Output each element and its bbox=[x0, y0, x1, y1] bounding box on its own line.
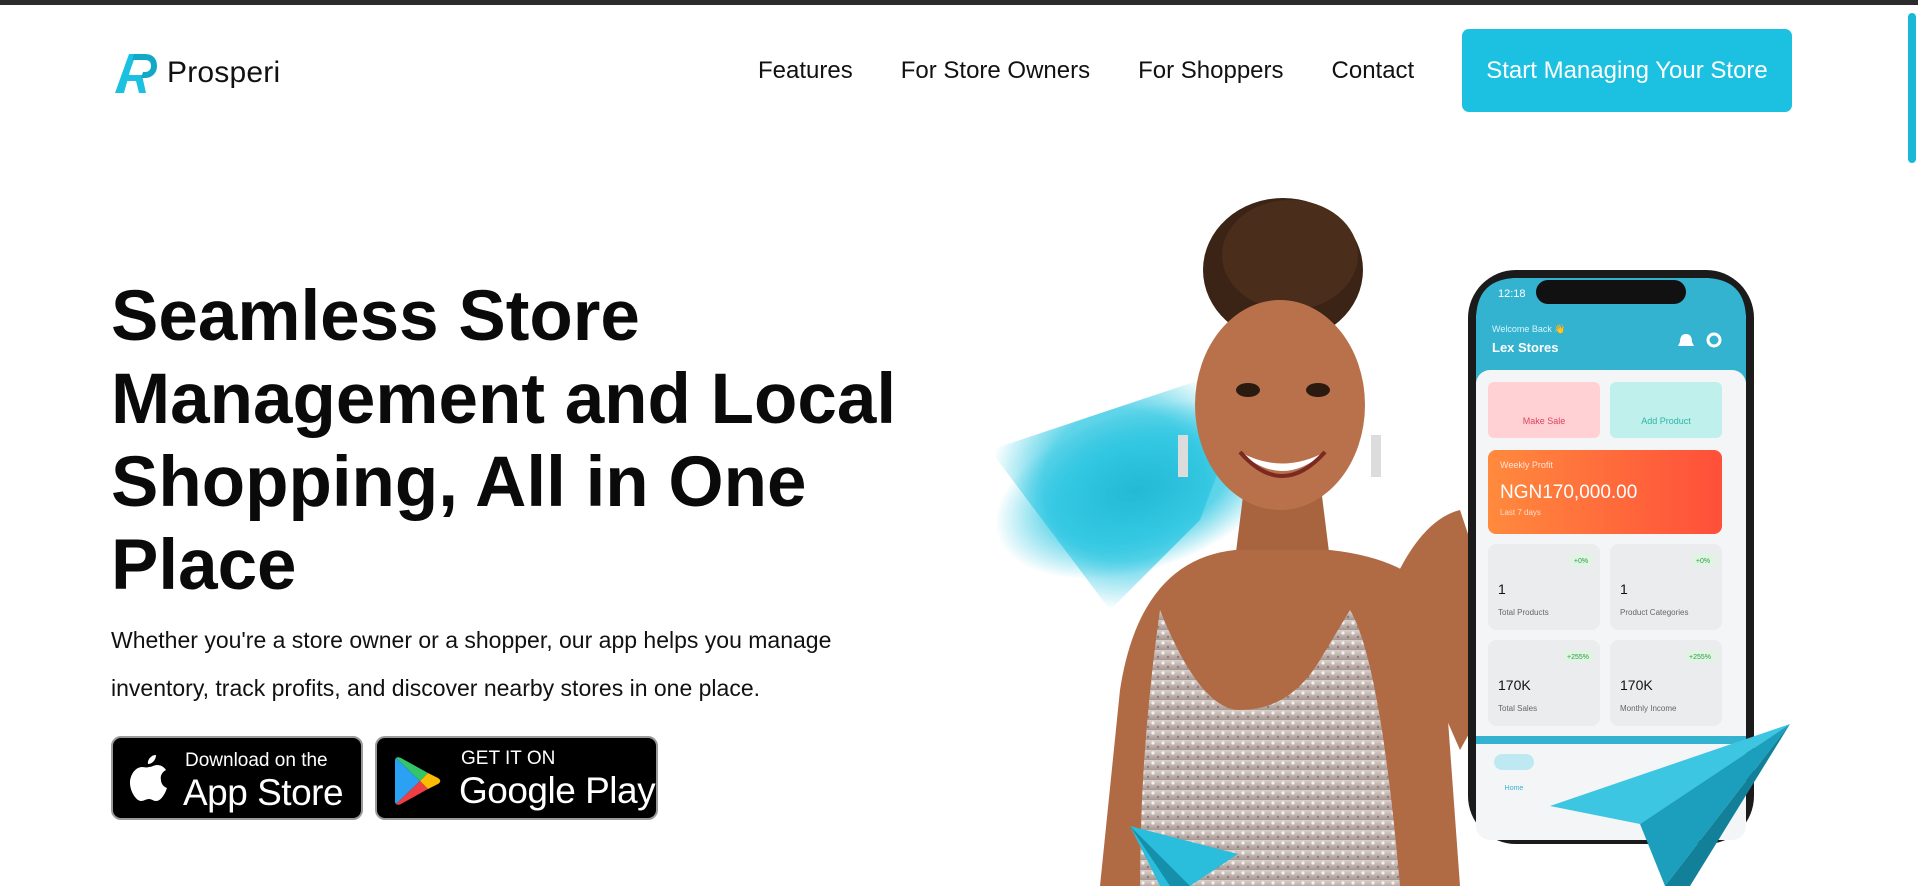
svg-text:Total Sales: Total Sales bbox=[1498, 704, 1537, 713]
svg-text:Total Products: Total Products bbox=[1498, 608, 1549, 617]
stat-card: +0% 1 Product Categories bbox=[1610, 544, 1722, 630]
hero-title: Seamless Store Management and Local Shop… bbox=[111, 277, 897, 605]
phone-profit-period: Last 7 days bbox=[1500, 508, 1541, 517]
scrollbar-track[interactable] bbox=[1906, 5, 1918, 886]
prosperi-logo-icon bbox=[115, 54, 157, 93]
phone-store-name: Lex Stores bbox=[1492, 340, 1558, 355]
phone-time: 12:18 bbox=[1498, 288, 1526, 300]
app-store-big-text: App Store bbox=[183, 772, 344, 813]
phone-make-sale: Make Sale bbox=[1523, 416, 1566, 426]
app-store-button[interactable]: Download on the App Store bbox=[111, 736, 363, 820]
svg-text:+255%: +255% bbox=[1689, 654, 1711, 661]
svg-text:+255%: +255% bbox=[1567, 654, 1589, 661]
stat-card: +0% 1 Total Products bbox=[1488, 544, 1600, 630]
nav-shoppers-link[interactable]: For Shoppers bbox=[1138, 57, 1283, 85]
svg-text:170K: 170K bbox=[1620, 677, 1653, 693]
google-play-icon bbox=[395, 757, 441, 805]
brand-name: Prosperi bbox=[167, 56, 281, 89]
start-managing-button[interactable]: Start Managing Your Store bbox=[1462, 29, 1792, 112]
phone-welcome: Welcome Back 👋 bbox=[1492, 324, 1566, 335]
nav-contact-link[interactable]: Contact bbox=[1332, 57, 1415, 85]
svg-text:+0%: +0% bbox=[1574, 558, 1588, 565]
google-play-big-text: Google Play bbox=[459, 770, 656, 811]
nav-features-link[interactable]: Features bbox=[758, 57, 853, 85]
phone-tab-home: Home bbox=[1505, 785, 1524, 792]
main-nav: Features For Store Owners For Shoppers C… bbox=[758, 57, 1462, 85]
phone-add-product: Add Product bbox=[1641, 416, 1691, 426]
scrollbar-thumb[interactable] bbox=[1908, 13, 1916, 163]
site-header: Prosperi Features For Store Owners For S… bbox=[0, 5, 1906, 135]
brand[interactable]: Prosperi bbox=[112, 51, 280, 95]
svg-text:+0%: +0% bbox=[1696, 558, 1710, 565]
svg-text:Monthly Income: Monthly Income bbox=[1620, 704, 1677, 713]
svg-text:1: 1 bbox=[1620, 581, 1628, 597]
app-store-small-text: Download on the bbox=[185, 750, 328, 771]
google-play-small-text: GET IT ON bbox=[461, 748, 556, 769]
hero-subtitle: Whether you're a store owner or a shoppe… bbox=[111, 627, 832, 701]
phone-profit-label: Weekly Profit bbox=[1500, 460, 1553, 470]
svg-text:1: 1 bbox=[1498, 581, 1506, 597]
google-play-button[interactable]: GET IT ON Google Play bbox=[375, 736, 658, 820]
svg-text:170K: 170K bbox=[1498, 677, 1531, 693]
hero-illustration: 12:18 Welcome Back 👋 Lex Stores Make Sal… bbox=[990, 198, 1790, 886]
stat-card: +255% 170K Total Sales bbox=[1488, 640, 1600, 726]
phone-profit-value: NGN170,000.00 bbox=[1500, 482, 1637, 503]
stat-card: +255% 170K Monthly Income bbox=[1610, 640, 1722, 726]
nav-store-owners-link[interactable]: For Store Owners bbox=[901, 57, 1090, 85]
apple-icon bbox=[130, 755, 167, 801]
svg-text:Product Categories: Product Categories bbox=[1620, 608, 1688, 617]
